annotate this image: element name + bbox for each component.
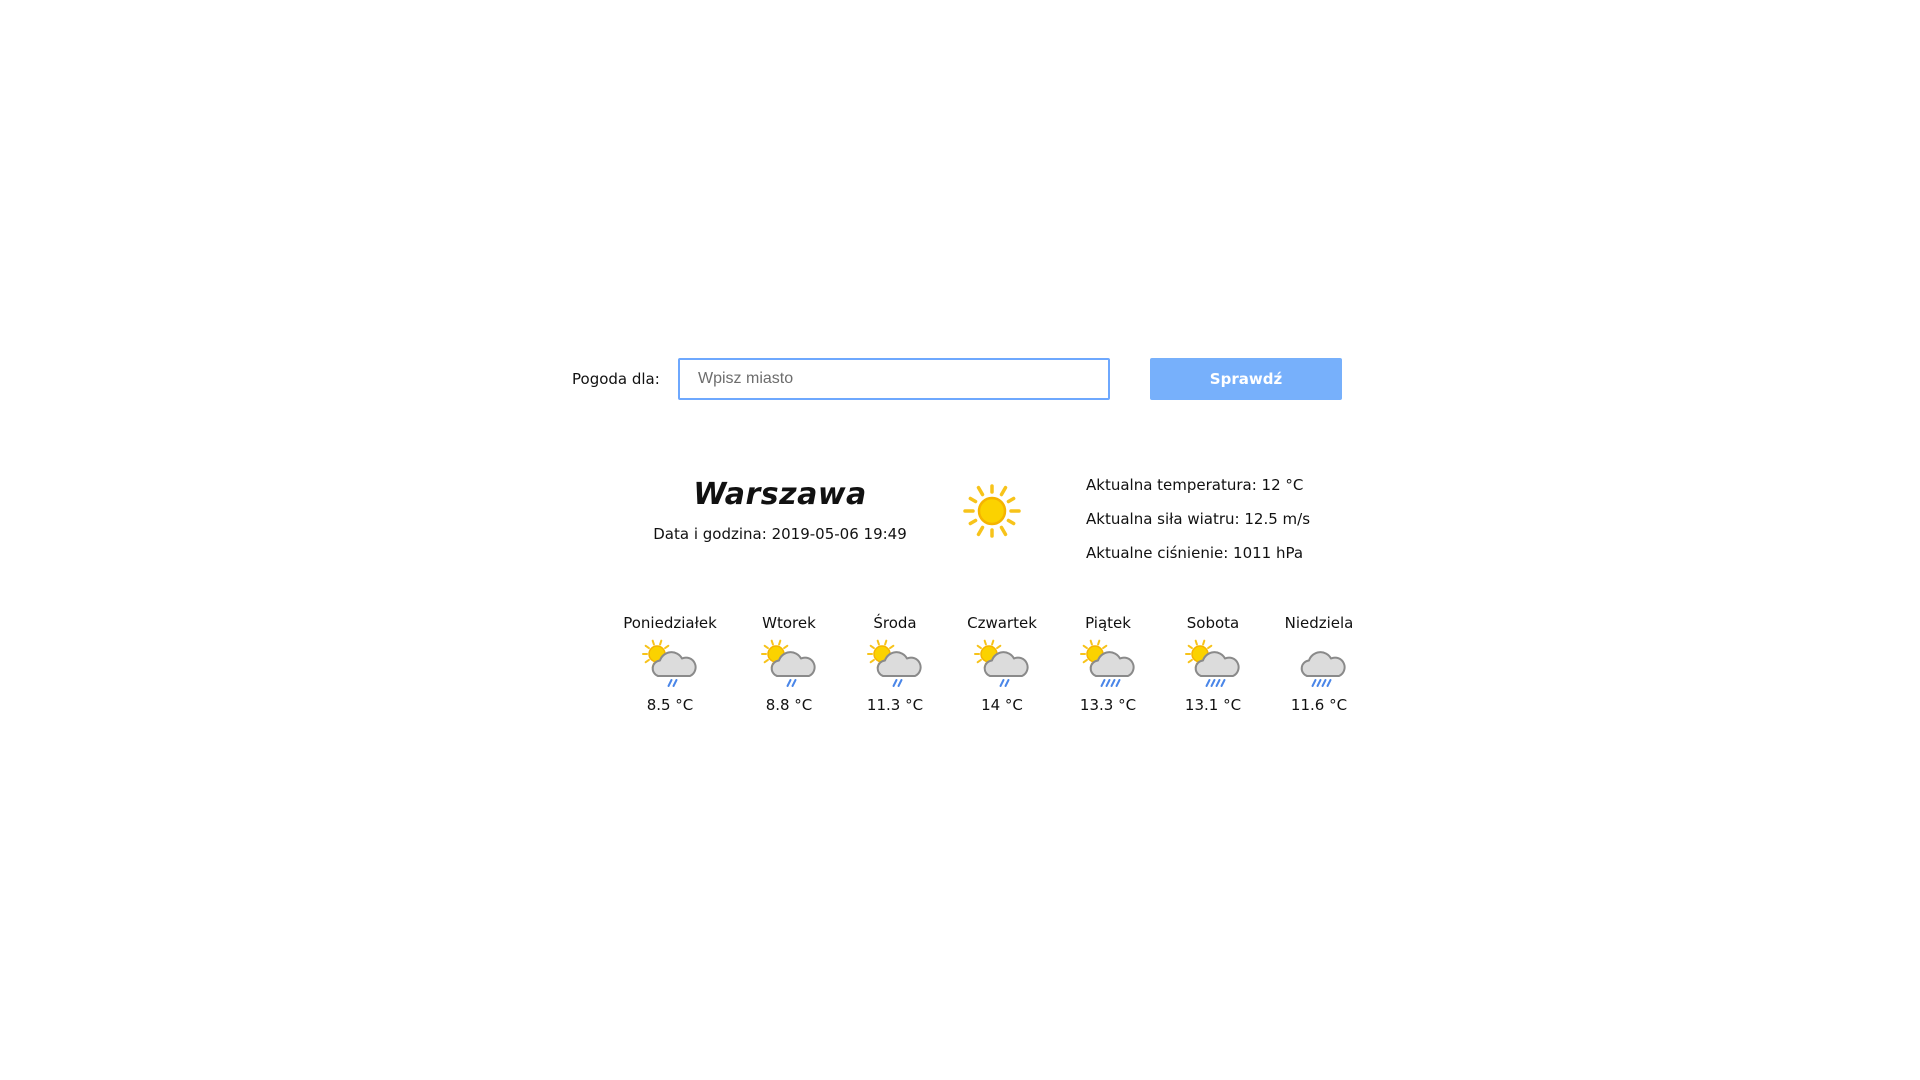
datetime: Data i godzina: 2019-05-06 19:49 (650, 525, 910, 543)
partly-cloudy-light-rain-icon (974, 639, 1029, 687)
forecast-day-name: Czwartek (967, 614, 1037, 632)
forecast-day-temp: 8.8 °C (765, 696, 813, 714)
partly-cloudy-light-rain-icon (642, 639, 697, 687)
forecast-day: Poniedziałek 8.5 °C (610, 614, 730, 714)
forecast-day: Środa 11.3 °C (835, 614, 955, 714)
weather-app: Pogoda dla: Sprawdź Warszawa Data i godz… (0, 0, 1920, 1080)
forecast-day-temp: 13.1 °C (1184, 696, 1242, 714)
check-weather-button[interactable]: Sprawdź (1150, 358, 1342, 400)
cloud-heavy-rain-icon (1300, 651, 1346, 687)
partly-cloudy-light-rain-icon (761, 639, 816, 687)
forecast-day-temp: 11.6 °C (1290, 696, 1348, 714)
current-wind-speed: Aktualna siła wiatru: 12.5 m/s (1086, 510, 1311, 528)
forecast-day-name: Sobota (1186, 614, 1240, 632)
current-pressure: Aktualne ciśnienie: 1011 hPa (1086, 544, 1304, 562)
forecast-day-temp: 8.5 °C (646, 696, 694, 714)
search-label: Pogoda dla: (572, 370, 660, 388)
forecast-day-temp: 14 °C (981, 696, 1023, 714)
forecast-day: Niedziela 11.6 °C (1259, 614, 1379, 714)
search-row: Pogoda dla: Sprawdź (572, 358, 1342, 400)
forecast-day-name: Wtorek (762, 614, 816, 632)
city-name: Warszawa (693, 477, 867, 512)
forecast-day-name: Poniedziałek (623, 614, 717, 632)
city-search-input[interactable] (678, 358, 1110, 400)
forecast-row: Poniedziałek 8.5 °C Wtorek 8.8 °C Środa … (610, 614, 1360, 724)
current-temperature: Aktualna temperatura: 12 °C (1086, 476, 1304, 494)
partly-cloudy-light-rain-icon (867, 639, 922, 687)
forecast-day: Piątek 13.3 °C (1048, 614, 1168, 714)
forecast-day: Wtorek 8.8 °C (729, 614, 849, 714)
partly-cloudy-heavy-rain-icon (1185, 639, 1240, 687)
forecast-day-name: Środa (873, 614, 917, 632)
sun-icon (963, 484, 1021, 538)
datetime-label: Data i godzina: (653, 525, 767, 543)
forecast-day-name: Piątek (1085, 614, 1131, 632)
forecast-day: Czwartek 14 °C (942, 614, 1062, 714)
current-location: Warszawa Data i godzina: 2019-05-06 19:4… (650, 475, 910, 543)
forecast-day: Sobota 13.1 °C (1153, 614, 1273, 714)
current-stats: Aktualna temperatura: 12 °C Aktualna sił… (1086, 476, 1346, 578)
forecast-day-name: Niedziela (1284, 614, 1354, 632)
partly-cloudy-heavy-rain-icon (1080, 639, 1135, 687)
forecast-day-temp: 11.3 °C (866, 696, 924, 714)
datetime-value: 2019-05-06 19:49 (771, 525, 907, 543)
forecast-day-temp: 13.3 °C (1079, 696, 1137, 714)
